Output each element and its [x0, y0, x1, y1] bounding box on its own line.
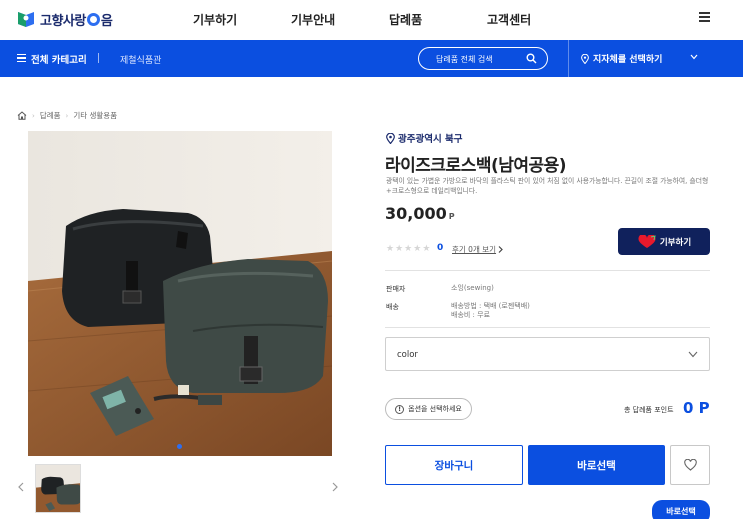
floating-select-button[interactable]: 바로선택	[652, 500, 710, 519]
breadcrumb-separator: ›	[65, 111, 69, 120]
search-input[interactable]: 답례품 전체 검색	[418, 47, 548, 70]
chevron-right-icon[interactable]	[332, 482, 338, 492]
donate-button-label: 기부하기	[659, 237, 692, 248]
top-header: 고향사랑 음 기부하기 기부안내 답례품 고객센터	[0, 0, 743, 40]
info-icon: !	[395, 404, 405, 414]
delivery-method: 배송방법 : 택배 (로젠택배)	[451, 302, 530, 310]
product-main-image[interactable]	[28, 131, 332, 456]
heart-icon	[638, 234, 656, 248]
delivery-fee: 배송비 : 무료	[451, 311, 491, 319]
nav-guide[interactable]: 기부안내	[291, 11, 335, 28]
product-thumbnail[interactable]	[35, 464, 81, 513]
logo-text: 고향사랑 음	[40, 12, 113, 29]
star-icon: ★	[413, 244, 422, 254]
hamburger-icon	[17, 53, 26, 65]
location-label: 광주광역시 북구	[398, 134, 463, 145]
heart-outline-icon	[683, 459, 697, 471]
subcategory-link[interactable]: 제철식품관	[120, 53, 161, 66]
rating-stars: ★ ★ ★ ★ ★	[386, 244, 430, 254]
hamburger-menu-icon[interactable]	[699, 12, 710, 22]
product-description: 광택이 있는 가볍운 가방으로 바닥의 플라스틱 판이 있어 처짐 없이 사용가…	[386, 177, 709, 195]
total-points-label: 총 답례품 포인트	[624, 406, 674, 414]
chevron-left-icon[interactable]	[18, 482, 24, 492]
thumbnail-photo	[36, 465, 80, 512]
star-icon: ★	[422, 244, 431, 254]
divider	[385, 270, 710, 271]
chevron-down-icon	[688, 351, 698, 358]
star-icon: ★	[404, 244, 413, 254]
option-hint: ! 옵션을 선택하세요	[385, 398, 472, 420]
all-categories-button[interactable]: 전체 카테고리	[17, 52, 87, 66]
home-icon[interactable]	[17, 111, 27, 120]
wishlist-button[interactable]	[670, 445, 710, 485]
product-price: 30,000 P	[385, 204, 455, 223]
seller-value: 소잉(sewing)	[451, 284, 494, 292]
location-pin-icon	[581, 53, 589, 64]
logo-icon	[18, 12, 34, 27]
product-title: 라이즈크로스백(남여공용)	[385, 156, 567, 176]
product-location: 광주광역시 북구	[386, 131, 463, 145]
review-count: 0	[437, 243, 444, 253]
nav-donate[interactable]: 기부하기	[193, 11, 237, 28]
chevron-right-icon[interactable]	[498, 246, 503, 253]
breadcrumb-separator: ›	[32, 111, 35, 120]
location-pin-icon	[386, 132, 395, 144]
divider	[98, 53, 99, 63]
image-pagination-dot[interactable]	[177, 444, 182, 449]
region-select-label: 지자체를 선택하기	[593, 55, 663, 65]
breadcrumb: › 답례품 › 기타 생활용품	[17, 110, 117, 121]
divider	[385, 327, 710, 328]
donate-button[interactable]: 기부하기	[618, 228, 710, 255]
price-value: 30,000	[385, 204, 447, 223]
breadcrumb-item[interactable]: 답례품	[40, 110, 61, 121]
total-points-value: 0 P	[683, 399, 710, 417]
star-icon: ★	[395, 244, 404, 254]
nav-support[interactable]: 고객센터	[487, 11, 531, 28]
option-select-value: color	[397, 350, 418, 360]
nav-gifts[interactable]: 답례품	[389, 11, 422, 28]
seller-label: 판매자	[386, 285, 406, 293]
region-select[interactable]: 지자체를 선택하기	[581, 52, 662, 65]
divider	[568, 40, 569, 77]
search-icon[interactable]	[526, 53, 537, 64]
option-select[interactable]: color	[385, 337, 710, 371]
search-placeholder: 답례품 전체 검색	[436, 55, 493, 64]
star-icon: ★	[386, 244, 395, 254]
category-bar: 전체 카테고리 제철식품관 답례품 전체 검색 지자체를 선택하기	[0, 40, 743, 77]
all-categories-label: 전체 카테고리	[31, 55, 87, 66]
delivery-label: 배송	[386, 303, 399, 311]
chevron-down-icon[interactable]	[690, 54, 698, 60]
select-now-button[interactable]: 바로선택	[528, 445, 665, 485]
price-unit: P	[448, 212, 455, 221]
add-to-cart-button[interactable]: 장바구니	[385, 445, 523, 485]
review-link[interactable]: 후기 0개 보기	[452, 244, 496, 255]
product-photo	[28, 131, 332, 456]
breadcrumb-item[interactable]: 기타 생활용품	[73, 110, 117, 121]
site-logo[interactable]: 고향사랑 음	[16, 9, 113, 29]
option-hint-text: 옵션을 선택하세요	[408, 405, 462, 413]
